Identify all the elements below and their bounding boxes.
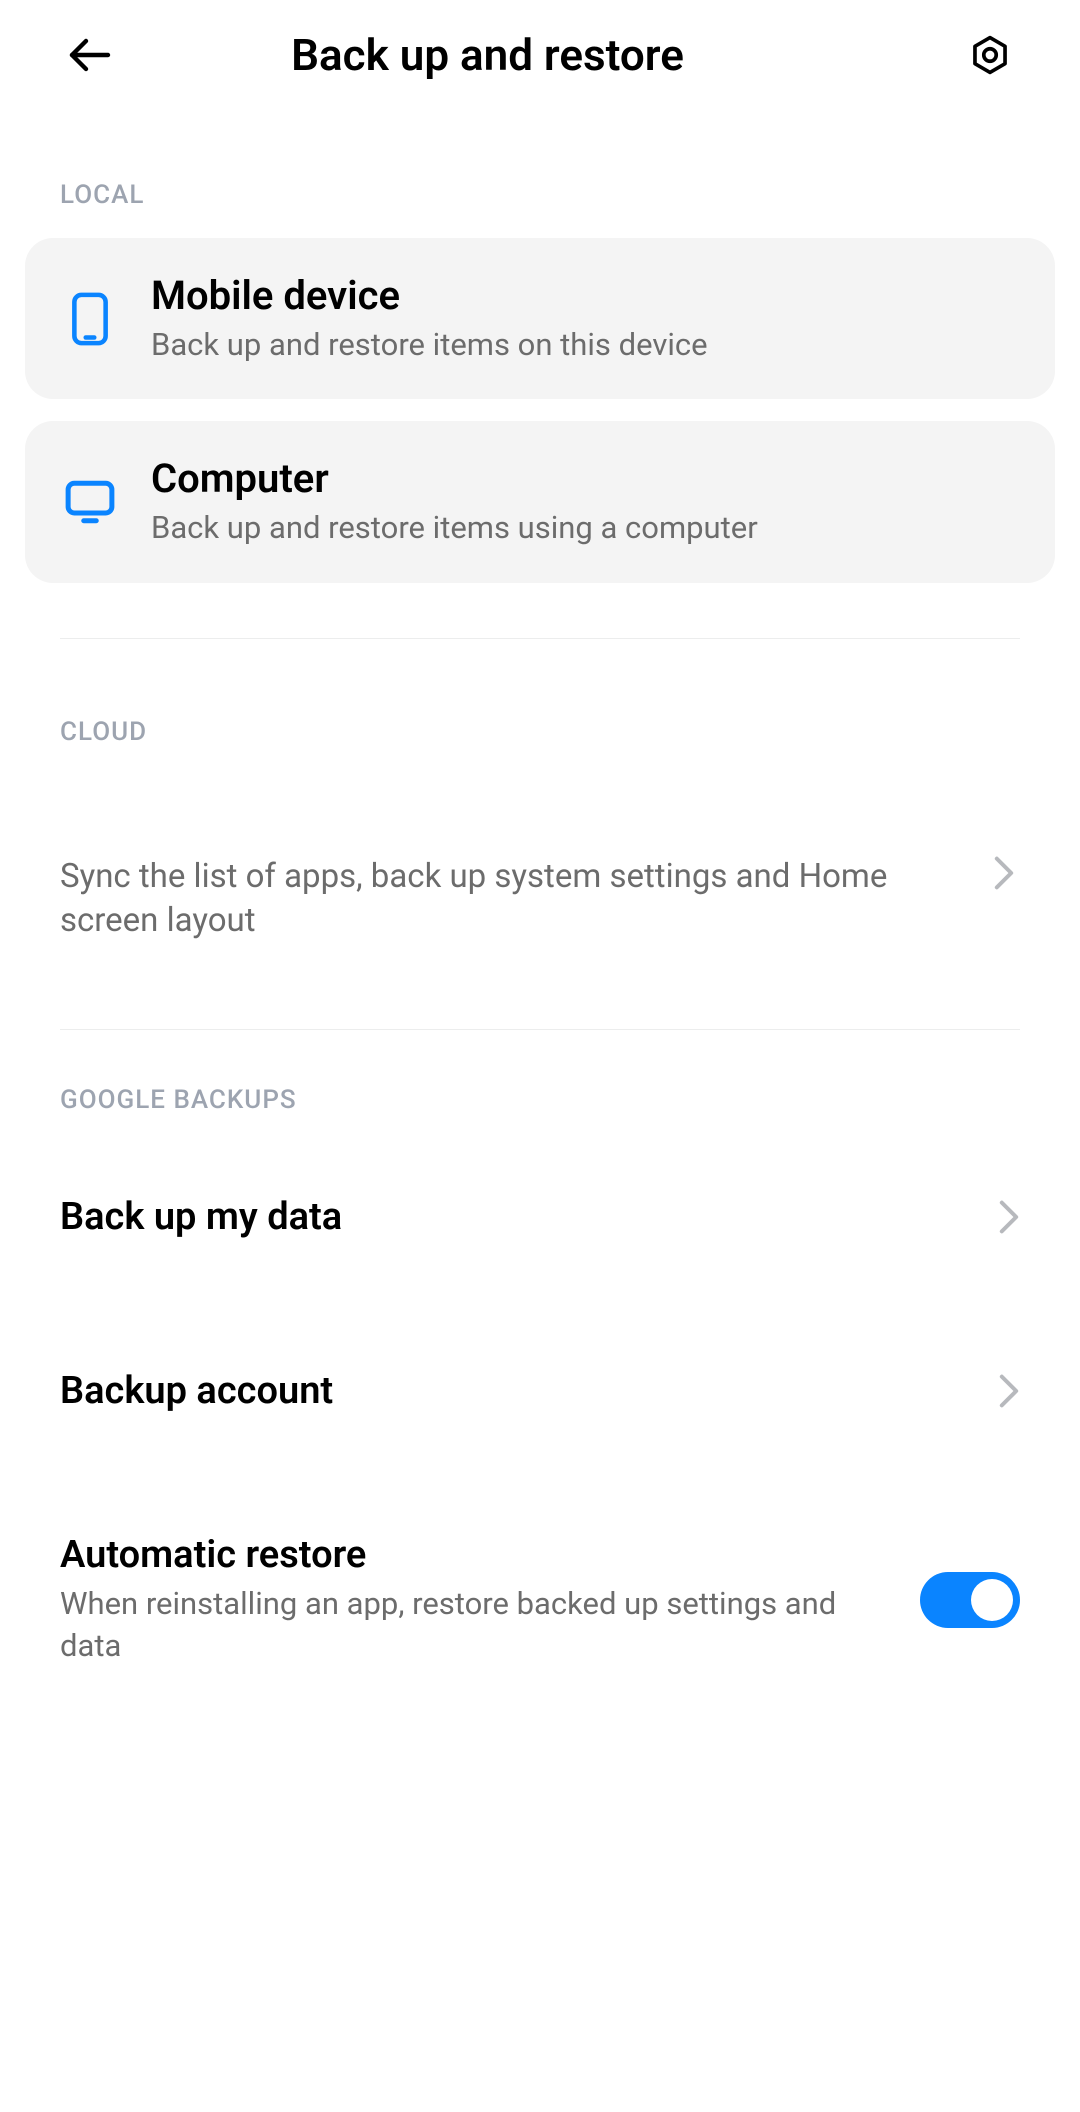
row-title: Backup account [60, 1369, 968, 1413]
card-description: Back up and restore items using a comput… [151, 508, 758, 548]
divider [60, 1029, 1020, 1030]
chevron-right-icon [998, 1373, 1020, 1409]
phone-icon [65, 294, 115, 344]
chevron-right-icon [998, 1199, 1020, 1235]
row-title: Automatic restore [60, 1533, 890, 1577]
card-description: Back up and restore items on this device [151, 325, 708, 365]
monitor-icon [65, 477, 115, 527]
row-text: Automatic restore When reinstalling an a… [60, 1533, 890, 1667]
row-automatic-restore: Automatic restore When reinstalling an a… [0, 1473, 1080, 1707]
row-title: Back up my data [60, 1195, 968, 1239]
divider [60, 638, 1020, 639]
automatic-restore-toggle[interactable] [920, 1572, 1020, 1628]
row-description: When reinstalling an app, restore backed… [60, 1583, 890, 1667]
header: Back up and restore [0, 0, 1080, 110]
row-description: Sync the list of apps, back up system se… [60, 855, 973, 944]
card-text: Mobile device Back up and restore items … [151, 272, 708, 365]
page-title: Back up and restore [35, 29, 940, 81]
card-text: Computer Back up and restore items using… [151, 455, 758, 548]
card-title: Computer [151, 455, 758, 502]
card-mobile-device[interactable]: Mobile device Back up and restore items … [25, 238, 1055, 399]
chevron-right-icon [993, 855, 1015, 891]
row-backup-account[interactable]: Backup account [0, 1299, 1080, 1473]
section-header-local: LOCAL [0, 180, 1080, 210]
card-title: Mobile device [151, 272, 708, 319]
row-cloud-sync[interactable]: Sync the list of apps, back up system se… [0, 775, 1080, 1029]
row-text: Backup account [60, 1369, 968, 1413]
row-back-up-my-data[interactable]: Back up my data [0, 1125, 1080, 1299]
section-header-cloud: CLOUD [0, 717, 1080, 747]
section-header-google: GOOGLE BACKUPS [0, 1085, 1080, 1115]
toggle-knob [971, 1579, 1013, 1621]
card-computer[interactable]: Computer Back up and restore items using… [25, 421, 1055, 582]
row-text: Back up my data [60, 1195, 968, 1239]
gear-icon [968, 33, 1012, 77]
settings-button[interactable] [960, 25, 1020, 85]
